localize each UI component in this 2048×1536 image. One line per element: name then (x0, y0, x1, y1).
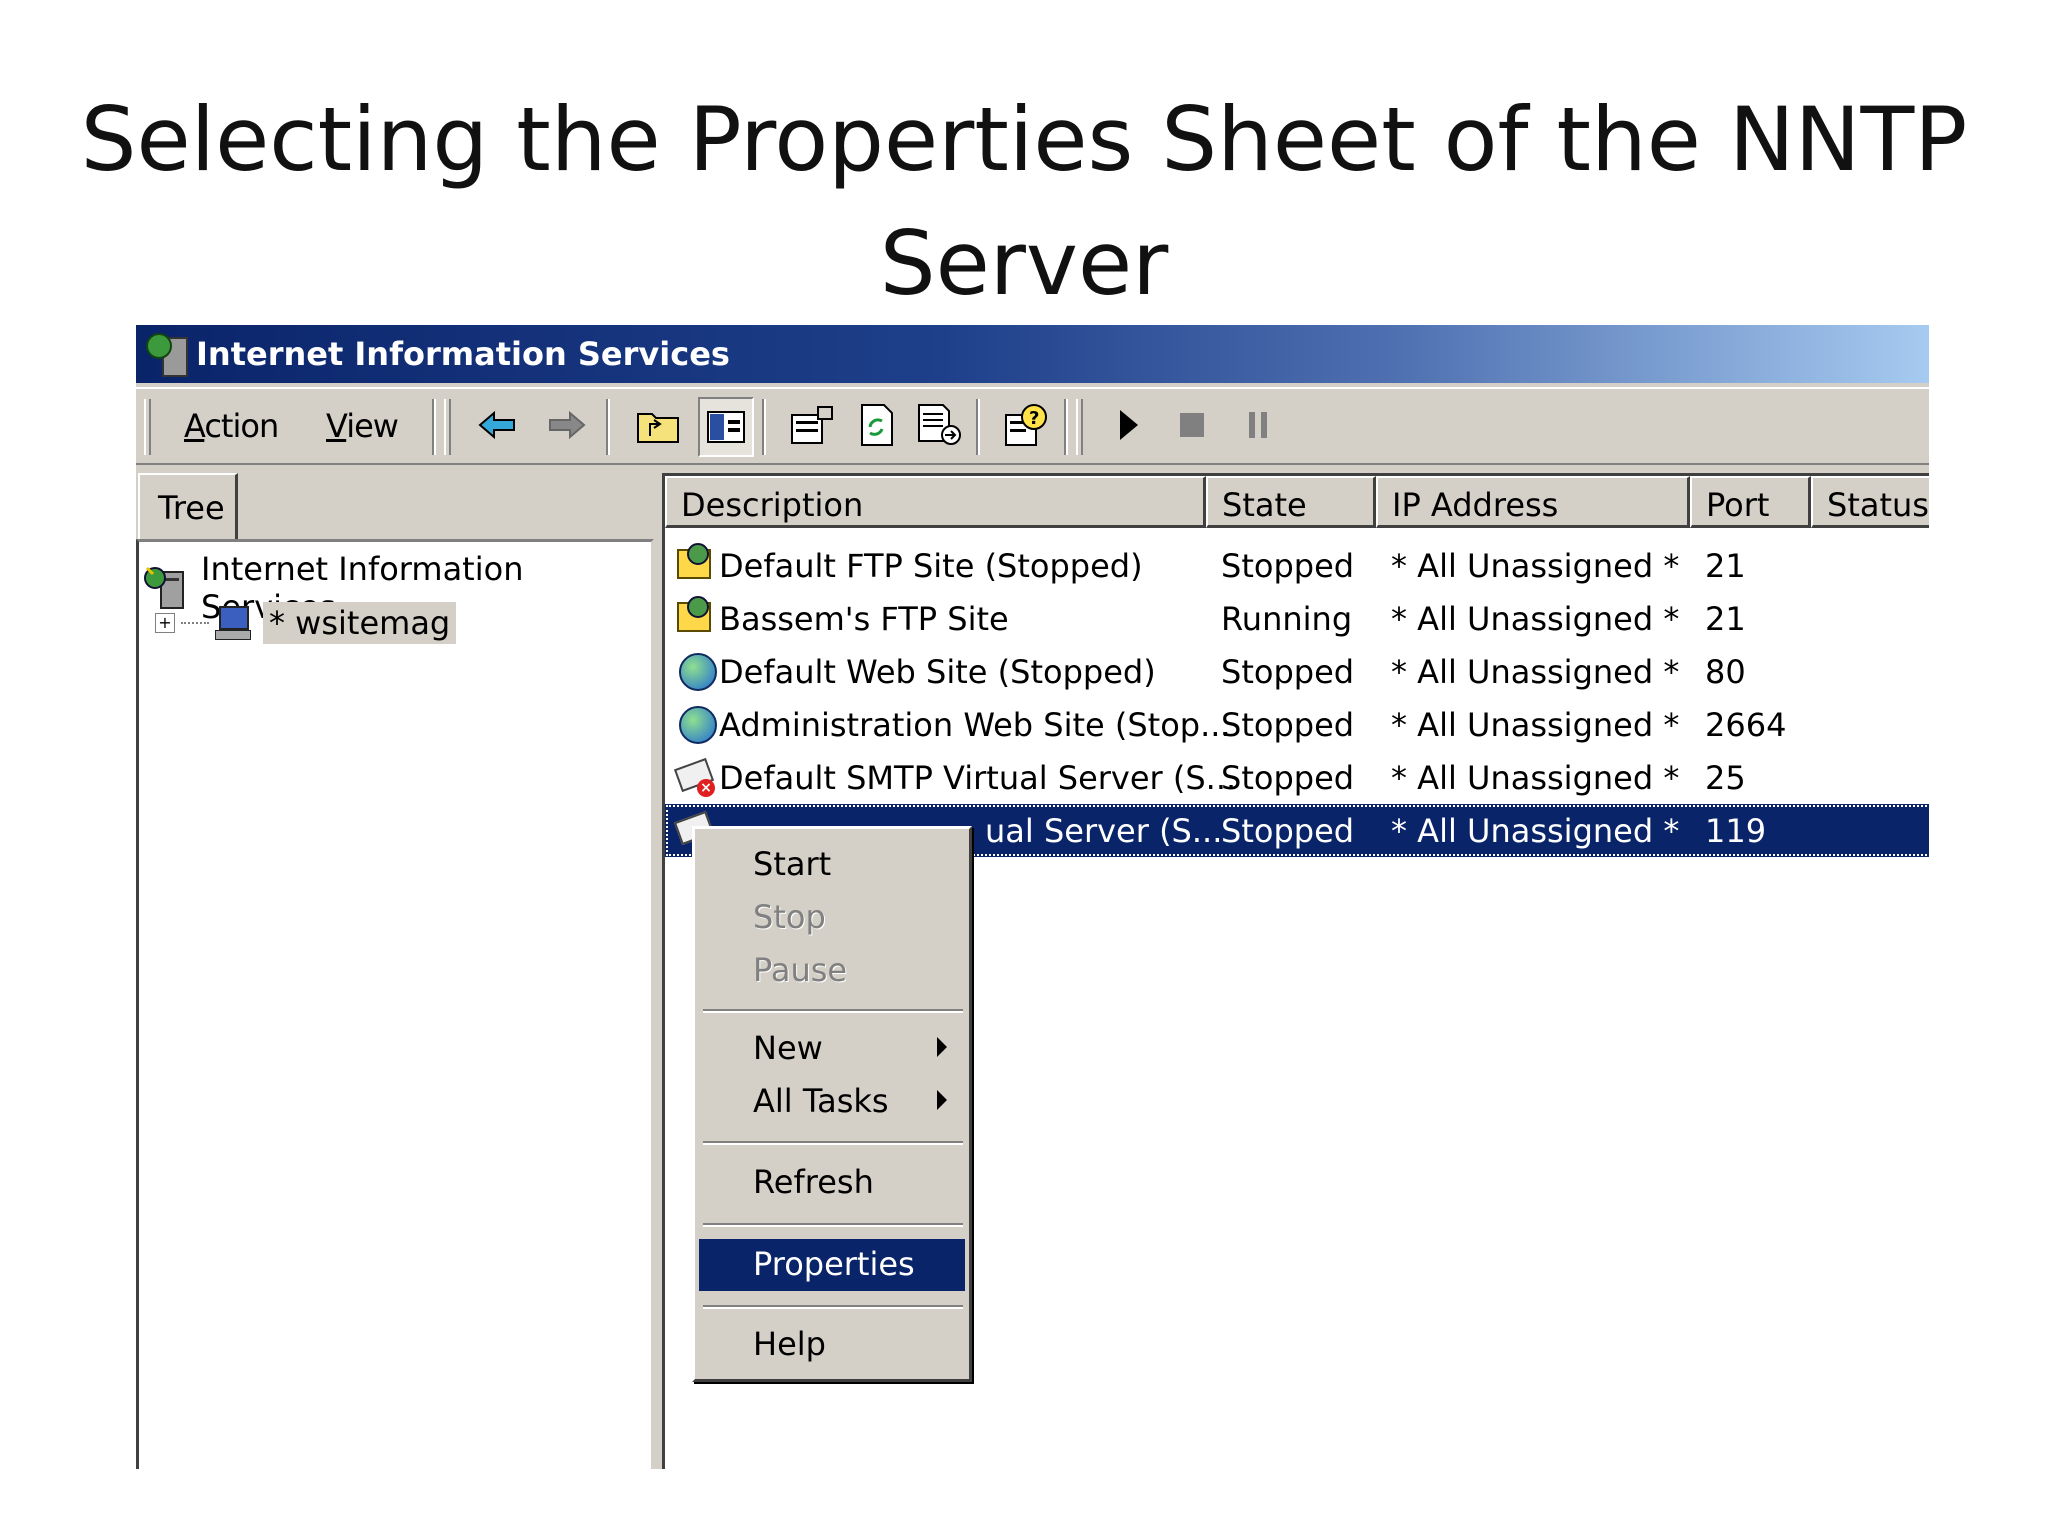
list-row-smtp[interactable]: × Default SMTP Virtual Server (S... Stop… (665, 751, 1929, 804)
iis-window: Internet Information Services Action Vie… (136, 325, 1929, 1469)
menu-view[interactable]: View (318, 403, 406, 449)
toolbar: Action View ? (136, 387, 1929, 465)
submenu-arrow-icon (937, 1090, 947, 1110)
menu-item-pause: Pause (699, 945, 965, 997)
tree-child-label: * wsitemag (263, 602, 457, 644)
menu-item-label: Refresh (753, 1163, 874, 1201)
row-description: Administration Web Site (Stop... (719, 706, 1231, 744)
refresh-icon[interactable] (850, 397, 902, 453)
toolbar-separator (606, 399, 610, 455)
column-header-status[interactable]: Status (1811, 476, 1929, 528)
row-description: Default Web Site (Stopped) (719, 653, 1156, 691)
properties-icon[interactable] (786, 397, 838, 453)
window-title: Internet Information Services (196, 335, 730, 373)
row-description: ual Server (S... (985, 812, 1223, 850)
menu-separator (703, 1305, 963, 1309)
list-row-admin-web[interactable]: Administration Web Site (Stop... Stopped… (665, 698, 1929, 751)
row-description: Bassem's FTP Site (719, 600, 1009, 638)
menu-item-new[interactable]: New (699, 1023, 965, 1075)
menu-item-label: Help (753, 1325, 826, 1363)
back-arrow-icon[interactable] (472, 397, 524, 453)
column-header-description[interactable]: Description (665, 476, 1206, 528)
row-state: Stopped (1221, 653, 1355, 691)
smtp-server-icon: × (673, 755, 715, 797)
ftp-site-icon (673, 596, 713, 638)
row-ip: * All Unassigned * (1391, 600, 1680, 638)
list-row-bassem-ftp[interactable]: Bassem's FTP Site Running * All Unassign… (665, 592, 1929, 645)
menu-item-properties[interactable]: Properties (699, 1239, 965, 1291)
toolbar-separator (1064, 399, 1068, 455)
ftp-site-icon (673, 543, 713, 585)
row-description: Default SMTP Virtual Server (S... (719, 759, 1237, 797)
computer-icon (213, 606, 251, 640)
start-icon[interactable] (1102, 397, 1154, 453)
menu-separator (703, 1223, 963, 1227)
menu-item-start[interactable]: Start (699, 839, 965, 891)
iis-app-icon (144, 331, 190, 377)
row-state: Stopped (1221, 759, 1355, 797)
row-port: 25 (1705, 759, 1746, 797)
menu-item-label: New (753, 1029, 823, 1067)
expand-icon[interactable]: + (155, 613, 175, 633)
help-icon[interactable]: ? (1000, 397, 1052, 453)
row-port: 21 (1705, 600, 1746, 638)
row-ip: * All Unassigned * (1391, 812, 1680, 850)
row-ip: * All Unassigned * (1391, 547, 1680, 585)
menu-item-label: Start (753, 845, 832, 883)
pause-icon[interactable] (1232, 397, 1284, 453)
context-menu: Start Stop Pause New All Tasks Refresh P… (692, 826, 972, 1382)
row-port: 21 (1705, 547, 1746, 585)
web-site-icon (673, 649, 717, 691)
toolbar-separator (762, 399, 766, 455)
title-bar[interactable]: Internet Information Services (136, 325, 1929, 383)
slide-title: Selecting the Properties Sheet of the NN… (0, 78, 2048, 326)
row-state: Running (1221, 600, 1353, 638)
column-header-ip-address[interactable]: IP Address (1376, 476, 1690, 528)
export-list-icon[interactable] (914, 397, 966, 453)
toolbar-grip[interactable] (144, 399, 151, 455)
toolbar-grip[interactable] (1076, 399, 1083, 455)
row-state: Stopped (1221, 812, 1355, 850)
submenu-arrow-icon (937, 1037, 947, 1057)
show-hide-tree-icon[interactable] (698, 397, 754, 457)
menu-item-help[interactable]: Help (699, 1319, 965, 1371)
row-port: 80 (1705, 653, 1746, 691)
row-port: 119 (1705, 812, 1767, 850)
list-row-default-ftp[interactable]: Default FTP Site (Stopped) Stopped * All… (665, 539, 1929, 592)
toolbar-grip[interactable] (444, 399, 451, 455)
column-header-port[interactable]: Port (1690, 476, 1811, 528)
menu-item-all-tasks[interactable]: All Tasks (699, 1076, 965, 1128)
forward-arrow-icon[interactable] (540, 397, 592, 453)
tree-item-wsitemag[interactable]: + * wsitemag (155, 602, 457, 644)
web-site-icon (673, 702, 717, 744)
menu-item-stop: Stop (699, 892, 965, 944)
toolbar-separator (432, 399, 436, 455)
stop-icon[interactable] (1166, 397, 1218, 453)
row-description: Default FTP Site (Stopped) (719, 547, 1143, 585)
row-ip: * All Unassigned * (1391, 706, 1680, 744)
tree-connector (181, 622, 209, 624)
row-state: Stopped (1221, 547, 1355, 585)
row-state: Stopped (1221, 706, 1355, 744)
up-folder-icon[interactable] (632, 397, 684, 453)
menu-item-label: All Tasks (753, 1082, 889, 1120)
menu-separator (703, 1009, 963, 1013)
tab-tree[interactable]: Tree (138, 473, 238, 539)
menu-item-label: Properties (753, 1245, 915, 1283)
menu-separator (703, 1141, 963, 1145)
column-header-state[interactable]: State (1206, 476, 1376, 528)
menu-item-label: Pause (753, 951, 848, 989)
toolbar-separator (976, 399, 980, 455)
slide-title-line-2: Server (879, 212, 1169, 315)
menu-action[interactable]: Action (176, 403, 286, 449)
row-port: 2664 (1705, 706, 1787, 744)
menu-item-refresh[interactable]: Refresh (699, 1157, 965, 1209)
svg-text:?: ? (1029, 408, 1039, 429)
row-ip: * All Unassigned * (1391, 653, 1680, 691)
slide-title-line-1: Selecting the Properties Sheet of the NN… (80, 88, 1968, 191)
row-ip: * All Unassigned * (1391, 759, 1680, 797)
menu-item-label: Stop (753, 898, 826, 936)
list-row-default-web[interactable]: Default Web Site (Stopped) Stopped * All… (665, 645, 1929, 698)
tree-pane: Internet Information Services + * wsitem… (136, 539, 654, 1469)
